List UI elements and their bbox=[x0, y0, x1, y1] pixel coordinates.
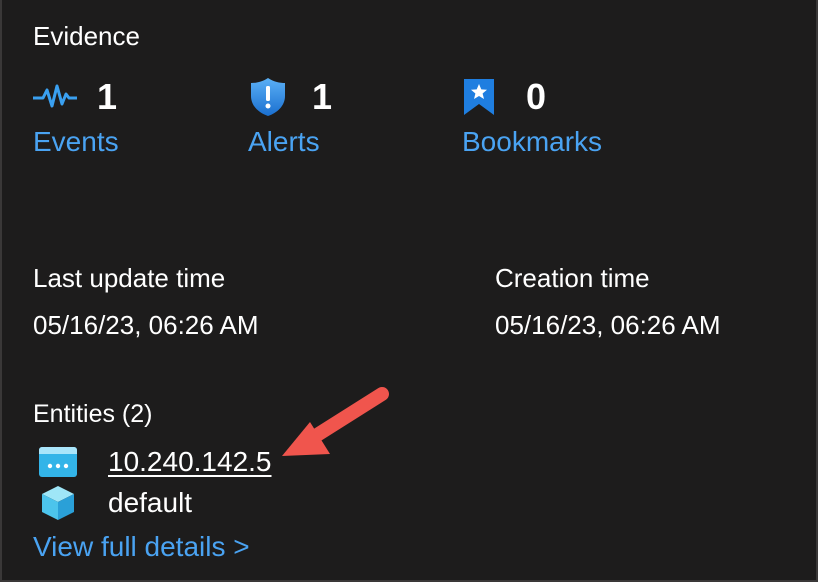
events-count: 1 bbox=[97, 76, 118, 117]
evidence-events: 1 Events bbox=[33, 74, 119, 164]
cube-icon bbox=[38, 485, 78, 521]
evidence-title: Evidence bbox=[33, 21, 140, 51]
creation-time-label: Creation time bbox=[495, 263, 650, 293]
annotation-arrow-icon bbox=[282, 387, 389, 456]
entity-row-default: default bbox=[38, 483, 192, 523]
events-pulse-icon bbox=[33, 75, 77, 119]
evidence-alerts: 1 Alerts bbox=[248, 74, 332, 164]
alert-shield-icon bbox=[248, 75, 292, 119]
ip-address-icon bbox=[38, 444, 78, 480]
last-update-label: Last update time bbox=[33, 263, 226, 293]
bookmark-star-icon bbox=[462, 75, 506, 119]
entity-row-ip: 10.240.142.5 bbox=[38, 442, 272, 482]
entities-title: Entities (2) bbox=[33, 400, 153, 428]
entity-ip-link[interactable]: 10.240.142.5 bbox=[108, 445, 272, 479]
view-full-details-link[interactable]: View full details > bbox=[33, 530, 250, 564]
alerts-link[interactable]: Alerts bbox=[248, 124, 332, 160]
entity-default-label: default bbox=[108, 487, 193, 518]
alerts-count: 1 bbox=[312, 76, 333, 117]
bookmarks-link[interactable]: Bookmarks bbox=[462, 124, 602, 160]
events-link[interactable]: Events bbox=[33, 124, 119, 160]
last-update-value: 05/16/23, 06:26 AM bbox=[33, 310, 259, 340]
creation-time-value: 05/16/23, 06:26 AM bbox=[495, 310, 721, 340]
evidence-bookmarks: 0 Bookmarks bbox=[462, 74, 602, 164]
bookmarks-count: 0 bbox=[526, 76, 547, 117]
